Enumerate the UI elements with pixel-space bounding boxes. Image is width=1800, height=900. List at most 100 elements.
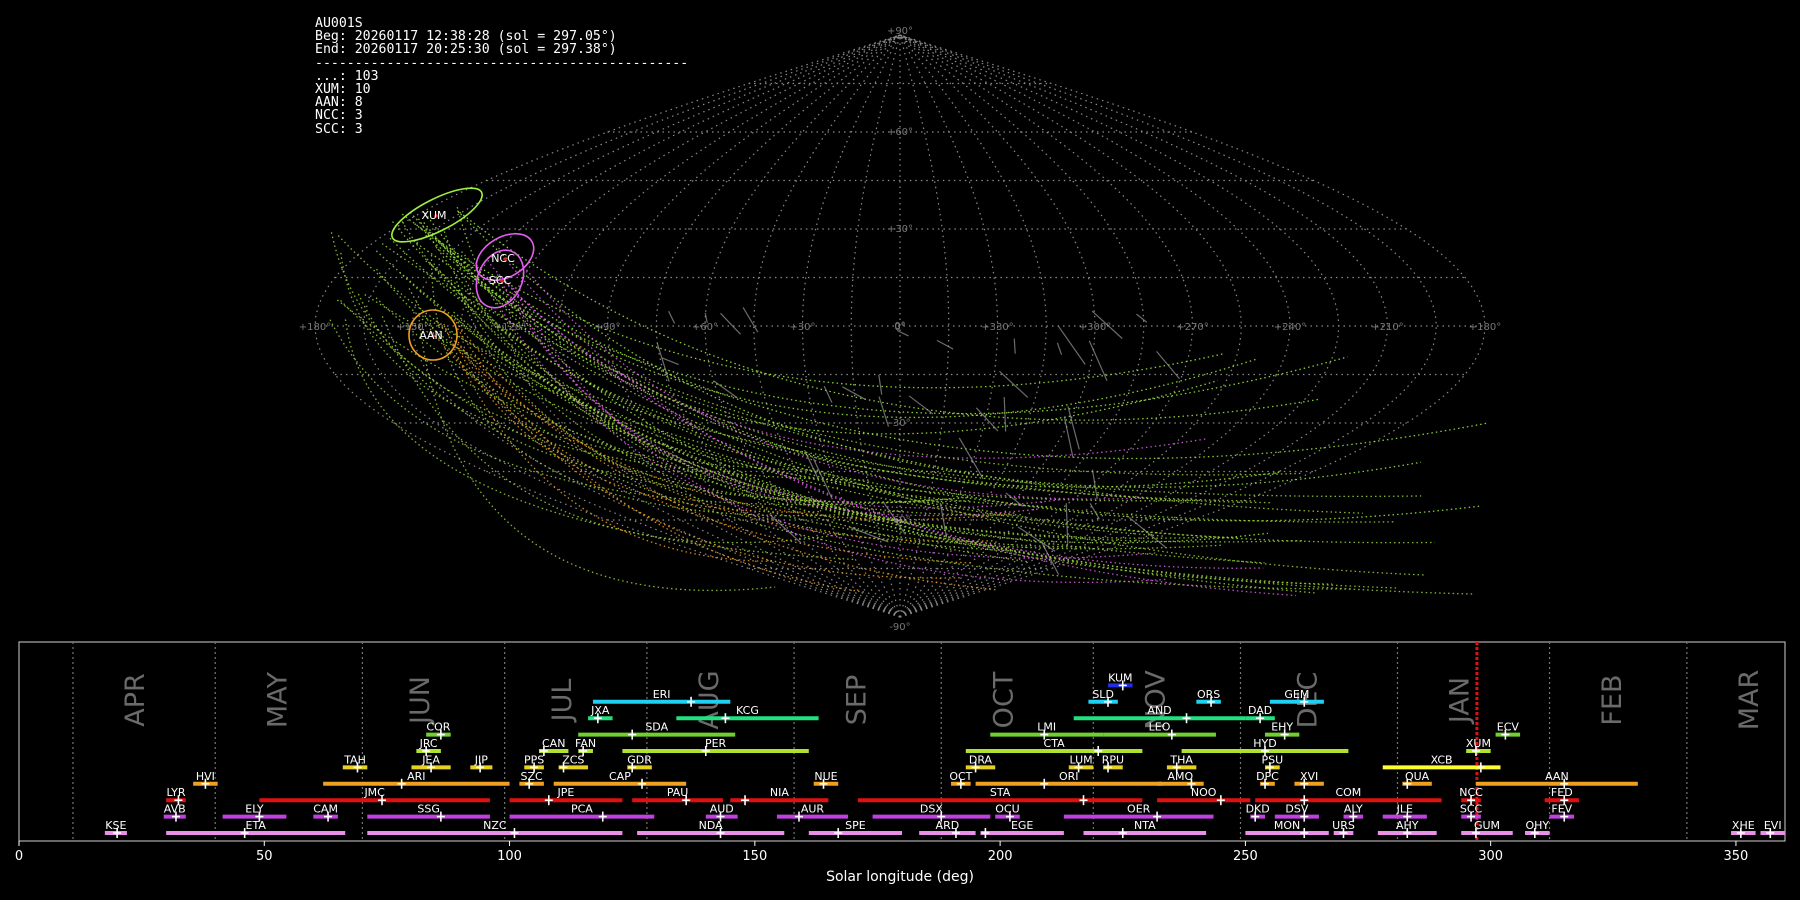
shower-label: AAN — [1545, 770, 1569, 783]
shower-label: ZCS — [562, 753, 584, 766]
x-tick-label: 150 — [742, 849, 767, 864]
shower-label: CAM — [313, 803, 338, 816]
x-tick-label: 300 — [1478, 849, 1503, 864]
shower-label: AND — [1147, 704, 1171, 717]
x-tick-label: 50 — [256, 849, 273, 864]
shower-label: GUM — [1474, 819, 1500, 832]
shower-label: OHY — [1525, 819, 1549, 832]
x-tick-label: 250 — [1233, 849, 1258, 864]
shower-label: FEV — [1551, 803, 1572, 816]
shower-label: ARD — [936, 819, 960, 832]
month-label-oct: OCT — [989, 671, 1020, 728]
shower-label: STA — [990, 786, 1011, 799]
shower-label: LUM — [1069, 753, 1092, 766]
shower-label: ETA — [246, 819, 267, 832]
shower-label: NDA — [699, 819, 724, 832]
shower-label: URS — [1332, 819, 1355, 832]
shower-label: JXA — [590, 704, 610, 717]
shower-label: LMI — [1037, 721, 1056, 734]
shower-label: THA — [1169, 753, 1193, 766]
shower-label: SPE — [845, 819, 866, 832]
month-label-feb: FEB — [1597, 674, 1628, 725]
shower-label: EGE — [1011, 819, 1033, 832]
shower-label: OER — [1127, 803, 1151, 816]
shower-label: KCG — [736, 704, 759, 717]
shower-label: HYD — [1253, 737, 1276, 750]
month-label-sep: SEP — [841, 675, 872, 725]
month-label-jan: JAN — [1445, 677, 1476, 725]
shower-label: NIA — [770, 786, 789, 799]
month-label-mar: MAR — [1734, 670, 1765, 731]
x-tick-label: 0 — [15, 849, 23, 864]
shower-label: NCC — [1459, 786, 1483, 799]
shower-label: AUD — [710, 803, 734, 816]
shower-label: PCA — [571, 803, 593, 816]
shower-label: TAH — [343, 753, 366, 766]
shower-label: ARI — [407, 770, 425, 783]
shower-label: PER — [705, 737, 727, 750]
shower-label: SLD — [1092, 688, 1114, 701]
shower-label: CAP — [609, 770, 631, 783]
shower-label: KUM — [1108, 671, 1132, 684]
shower-label: JPE — [557, 786, 575, 799]
shower-label: FED — [1551, 786, 1573, 799]
shower-label: GDR — [627, 753, 652, 766]
shower-label: ORI — [1059, 770, 1079, 783]
shower-label: LYR — [166, 786, 185, 799]
shower-label: NOO — [1191, 786, 1217, 799]
shower-label: AVB — [164, 803, 186, 816]
shower-label: JMC — [363, 786, 385, 799]
shower-label: RPU — [1102, 753, 1124, 766]
shower-label: NTA — [1134, 819, 1156, 832]
shower-label: PPS — [524, 753, 544, 766]
shower-label: EVI — [1764, 819, 1782, 832]
shower-label: SSG — [417, 803, 440, 816]
shower-label: XHE — [1732, 819, 1755, 832]
shower-label: ELY — [245, 803, 264, 816]
shower-label: ECV — [1497, 721, 1520, 734]
shower-label: NUE — [814, 770, 837, 783]
shower-label: COM — [1335, 786, 1361, 799]
shower-label: AUR — [801, 803, 825, 816]
shower-label: MON — [1274, 819, 1300, 832]
shower-label: JRC — [419, 737, 438, 750]
month-label-jul: JUL — [547, 679, 578, 724]
shower-label: DAD — [1248, 704, 1272, 717]
shower-label: GEM — [1284, 688, 1309, 701]
shower-label: FAN — [575, 737, 596, 750]
month-label-jun: JUN — [405, 676, 436, 726]
x-tick-label: 350 — [1724, 849, 1749, 864]
shower-label: XCB — [1431, 753, 1453, 766]
x-tick-label: 100 — [497, 849, 522, 864]
shower-label: ERI — [653, 688, 671, 701]
shower-label: ORS — [1197, 688, 1220, 701]
shower-label: DKD — [1246, 803, 1270, 816]
shower-label: HVI — [196, 770, 215, 783]
shower-label: AMO — [1168, 770, 1194, 783]
shower-label: DSV — [1285, 803, 1308, 816]
month-label-apr: APR — [120, 673, 151, 727]
shower-label: JLE — [1396, 803, 1413, 816]
shower-label: COR — [426, 721, 450, 734]
shower-label: LEO — [1149, 721, 1171, 734]
shower-label: XUM — [1466, 737, 1491, 750]
shower-label: OCU — [995, 803, 1019, 816]
shower-label: CAN — [542, 737, 565, 750]
shower-label: DSX — [920, 803, 943, 816]
shower-label: KSE — [105, 819, 126, 832]
shower-label: DPC — [1256, 770, 1279, 783]
shower-label: SZC — [521, 770, 544, 783]
shower-label: CTA — [1044, 737, 1066, 750]
timeline-frame — [18, 641, 1786, 842]
shower-label: OCT — [949, 770, 972, 783]
shower-label: JIP — [474, 753, 488, 766]
solar-longitude-timeline: APR MAY JUN JUL AUG SEP OCT NOV DEC JAN FEB MARKSE E… — [15, 641, 1786, 864]
shower-label: ALY — [1344, 803, 1363, 816]
x-axis-label: Solar longitude (deg) — [826, 869, 974, 885]
shower-label: DRA — [969, 753, 993, 766]
shower-label: SDA — [645, 721, 668, 734]
shower-label: XVI — [1300, 770, 1318, 783]
shower-label: QUA — [1405, 770, 1430, 783]
shower-label: NZC — [483, 819, 507, 832]
shower-label: EHY — [1271, 721, 1293, 734]
